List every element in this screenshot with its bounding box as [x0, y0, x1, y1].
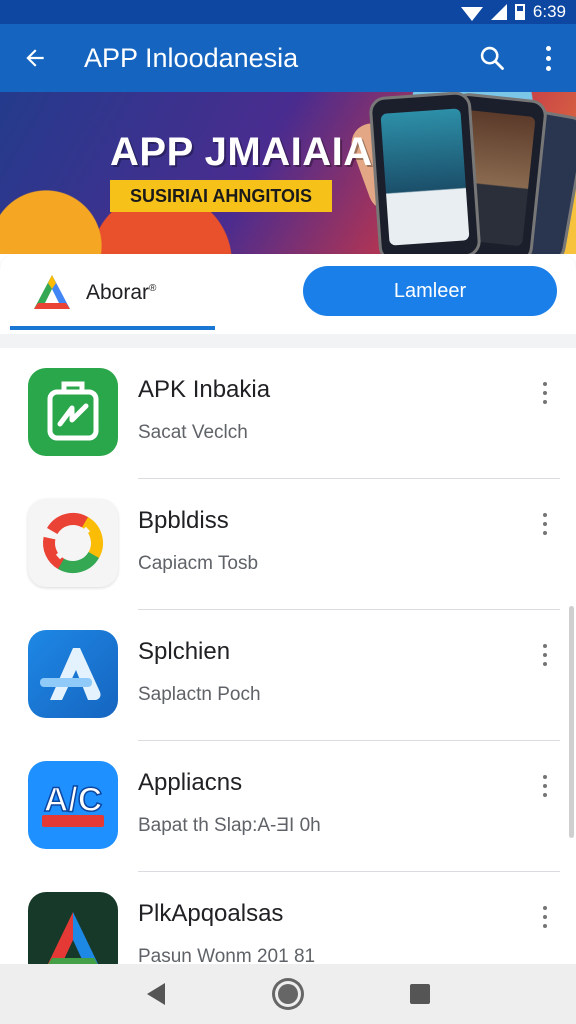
blue-a-app-icon — [28, 630, 118, 718]
search-button[interactable] — [464, 24, 520, 92]
signal-icon — [490, 4, 507, 20]
item-subtitle: Sacat Veclch — [138, 422, 248, 443]
battery-icon — [514, 4, 525, 20]
system-nav-bar — [0, 964, 576, 1024]
more-vert-icon — [543, 775, 547, 797]
more-vert-icon — [543, 513, 547, 535]
nav-recent-icon — [410, 984, 430, 1004]
list-item[interactable]: Splchien Saplactn Poch — [0, 610, 576, 741]
item-title: Appliacns — [138, 769, 243, 796]
item-subtitle: Bapat th Slap:A-ƎI 0h — [138, 815, 321, 836]
back-button[interactable] — [0, 24, 70, 92]
more-vert-icon — [543, 906, 547, 928]
banner-subtitle: SUSIRIAI AHNGITOIS — [110, 180, 332, 212]
item-title: Bpbldiss — [138, 507, 229, 534]
svg-text:A/C: A/C — [44, 781, 103, 819]
app-title: APP Inloodanesia — [84, 42, 299, 73]
list-item[interactable]: A/C Appliacns Bapat th Slap:A-ƎI 0h — [0, 741, 576, 872]
item-more-button[interactable] — [528, 507, 562, 541]
more-vert-icon — [543, 382, 547, 404]
tab-aborar[interactable]: Aborar® — [10, 254, 215, 332]
list-item[interactable]: APK Inbakia Sacat Veclch — [0, 348, 576, 479]
item-subtitle: Saplactn Poch — [138, 684, 261, 705]
list-item[interactable]: Bpbldiss Capiacm Tosb — [0, 479, 576, 610]
green-box-app-icon — [28, 368, 118, 456]
more-options-button[interactable] — [520, 24, 576, 92]
lamleer-button[interactable]: Lamleer — [303, 266, 557, 316]
more-vert-icon — [543, 644, 547, 666]
section-divider — [0, 334, 576, 348]
item-title: PlkApqoalsas — [138, 900, 284, 927]
google-ring-app-icon — [28, 499, 118, 587]
item-subtitle: Capiacm Tosb — [138, 553, 259, 574]
banner-title: APP JMAIAIA — [110, 130, 373, 174]
item-title: APK Inbakia — [138, 376, 271, 403]
scrollbar[interactable] — [569, 606, 574, 838]
tab-indicator — [10, 326, 215, 330]
item-more-button[interactable] — [528, 900, 562, 934]
item-more-button[interactable] — [528, 769, 562, 803]
item-title: Splchien — [138, 638, 231, 665]
dark-triangle-app-icon — [28, 892, 118, 964]
status-bar: 6:39 — [0, 0, 576, 24]
nav-recent-button[interactable] — [396, 970, 444, 1018]
item-more-button[interactable] — [528, 638, 562, 672]
nav-back-icon — [147, 983, 165, 1005]
tab-row: Aborar® Lamleer — [0, 254, 576, 334]
search-icon — [480, 46, 504, 70]
wifi-icon — [460, 7, 483, 21]
phone-image-front — [368, 92, 482, 254]
item-subtitle: Pasun Wonm 201 81 — [138, 946, 316, 964]
arrow-left-icon — [26, 49, 44, 67]
more-vert-icon — [545, 45, 551, 71]
nav-back-button[interactable] — [132, 970, 180, 1018]
promo-banner[interactable]: APP JMAIAIA SUSIRIAI AHNGITOIS — [0, 92, 576, 254]
status-time: 6:39 — [532, 2, 566, 21]
nav-home-icon — [278, 984, 298, 1004]
triangle-logo-icon — [34, 275, 70, 309]
app-bar: APP Inloodanesia — [0, 24, 576, 92]
item-more-button[interactable] — [528, 376, 562, 410]
ajc-app-icon: A/C — [28, 761, 118, 849]
list-item[interactable]: PlkApqoalsas Pasun Wonm 201 81 — [0, 872, 576, 964]
tab-label: Aborar® — [86, 281, 157, 304]
app-list: APK Inbakia Sacat Veclch Bpbldiss Capiac… — [0, 348, 576, 964]
nav-home-button[interactable] — [264, 970, 312, 1018]
